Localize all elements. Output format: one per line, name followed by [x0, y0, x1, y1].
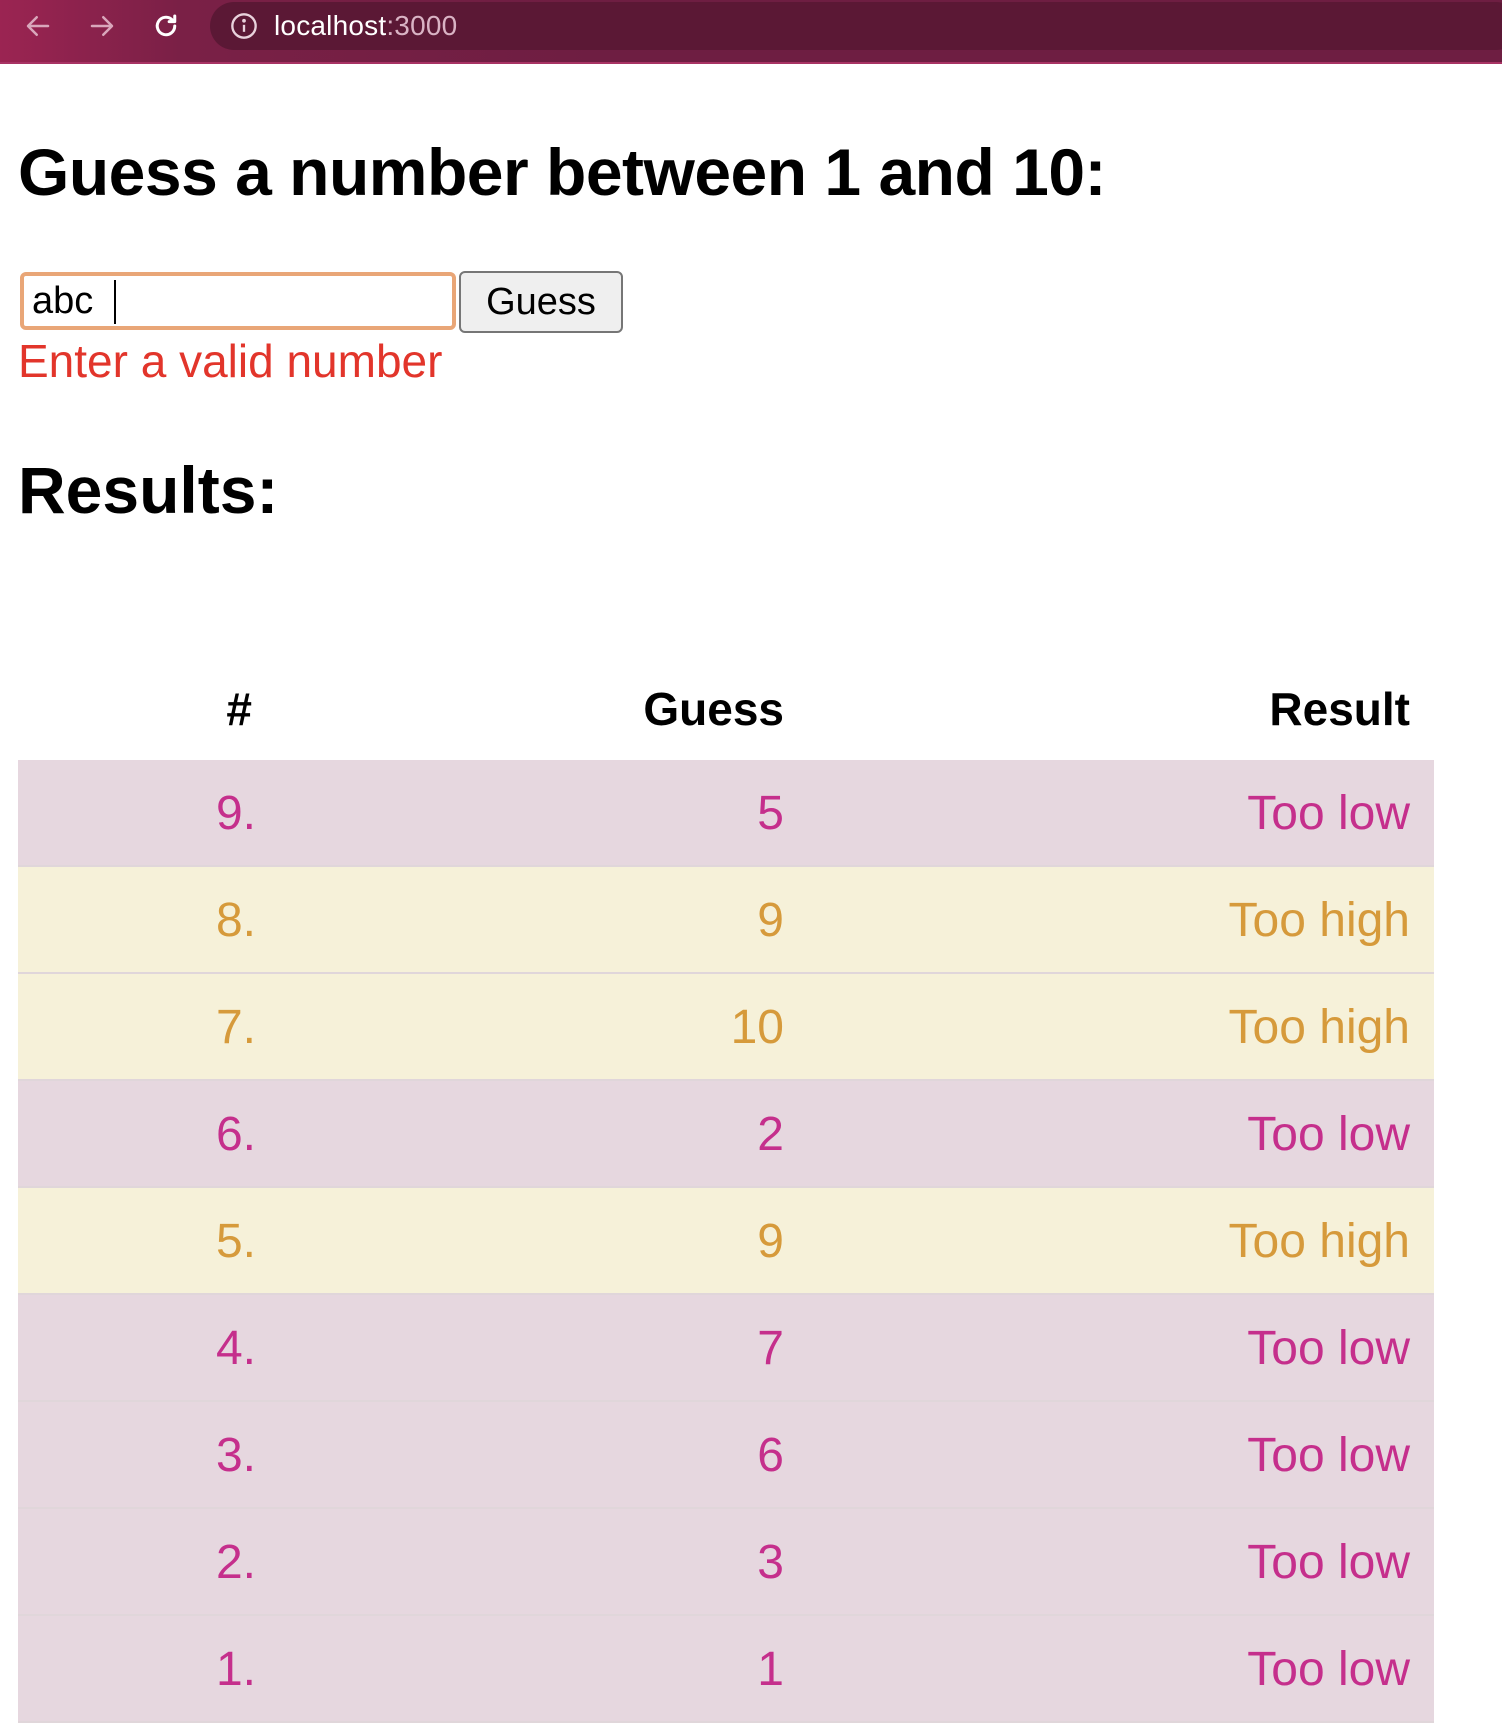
row-number: 4.	[215, 1322, 256, 1375]
table-row: 7. 10 Too high	[18, 974, 1434, 1081]
arrow-left-icon	[26, 16, 50, 36]
table-row: 4. 7 Too low	[18, 1295, 1434, 1402]
row-result: Too low	[1247, 1108, 1410, 1161]
row-result: Too low	[1247, 787, 1410, 840]
url-port: :3000	[386, 10, 458, 41]
row-result: Too low	[1247, 1643, 1410, 1696]
reload-button[interactable]	[146, 6, 186, 46]
table-row: 1. 1 Too low	[18, 1616, 1434, 1723]
table-row: 3. 6 Too low	[18, 1402, 1434, 1509]
row-result: Too high	[1228, 1215, 1410, 1268]
row-result: Too low	[1247, 1322, 1410, 1375]
row-number: 7.	[215, 1001, 256, 1054]
forward-button[interactable]	[82, 6, 122, 46]
row-result: Too low	[1247, 1429, 1410, 1482]
row-guess: 6	[757, 1429, 784, 1482]
error-message: Enter a valid number	[18, 335, 443, 387]
back-button[interactable]	[18, 6, 58, 46]
table-header: # Guess Result	[18, 660, 1434, 760]
table-row: 6. 2 Too low	[18, 1081, 1434, 1188]
url-host: localhost	[274, 10, 387, 41]
row-number: 1.	[215, 1643, 256, 1696]
row-guess: 10	[730, 1001, 784, 1054]
row-number: 8.	[215, 894, 256, 947]
header-guess: Guess	[643, 683, 784, 735]
results-heading: Results:	[18, 453, 279, 527]
row-number: 6.	[215, 1108, 256, 1161]
guess-button[interactable]: Guess	[459, 271, 623, 333]
row-guess: 5	[757, 787, 784, 840]
browser-toolbar: localhost:3000	[0, 0, 1502, 64]
row-guess: 1	[757, 1643, 784, 1696]
table-row: 2. 3 Too low	[18, 1509, 1434, 1616]
table-row: 5. 9 Too high	[18, 1188, 1434, 1295]
row-guess: 2	[757, 1108, 784, 1161]
row-number: 9.	[215, 787, 256, 840]
row-number: 3.	[215, 1429, 256, 1482]
address-bar[interactable]: localhost:3000	[210, 2, 1502, 50]
guess-input[interactable]	[20, 272, 456, 330]
table-row: 8. 9 Too high	[18, 867, 1434, 974]
row-number: 5.	[215, 1215, 256, 1268]
row-guess: 9	[757, 1215, 784, 1268]
info-icon[interactable]	[230, 12, 258, 40]
row-guess: 7	[757, 1322, 784, 1375]
row-result: Too high	[1228, 1001, 1410, 1054]
header-result: Result	[1269, 683, 1410, 735]
text-caret	[114, 280, 116, 324]
url-text: localhost:3000	[274, 10, 457, 42]
row-guess: 9	[757, 894, 784, 947]
table-body: 9. 5 Too low 8. 9 Too high 7. 10 Too high 6. 2 Too …	[18, 760, 1434, 1723]
row-number: 2.	[215, 1536, 256, 1589]
row-result: Too high	[1228, 894, 1410, 947]
row-result: Too low	[1247, 1536, 1410, 1589]
header-number: #	[226, 683, 252, 735]
results-table: # Guess Result 9. 5 Too low 8. 9 Too high 7. 10…	[18, 660, 1434, 1723]
arrow-right-icon	[90, 16, 114, 36]
row-guess: 3	[757, 1536, 784, 1589]
page-title: Guess a number between 1 and 10:	[18, 135, 1107, 209]
reload-icon	[155, 14, 177, 37]
table-row: 9. 5 Too low	[18, 760, 1434, 867]
